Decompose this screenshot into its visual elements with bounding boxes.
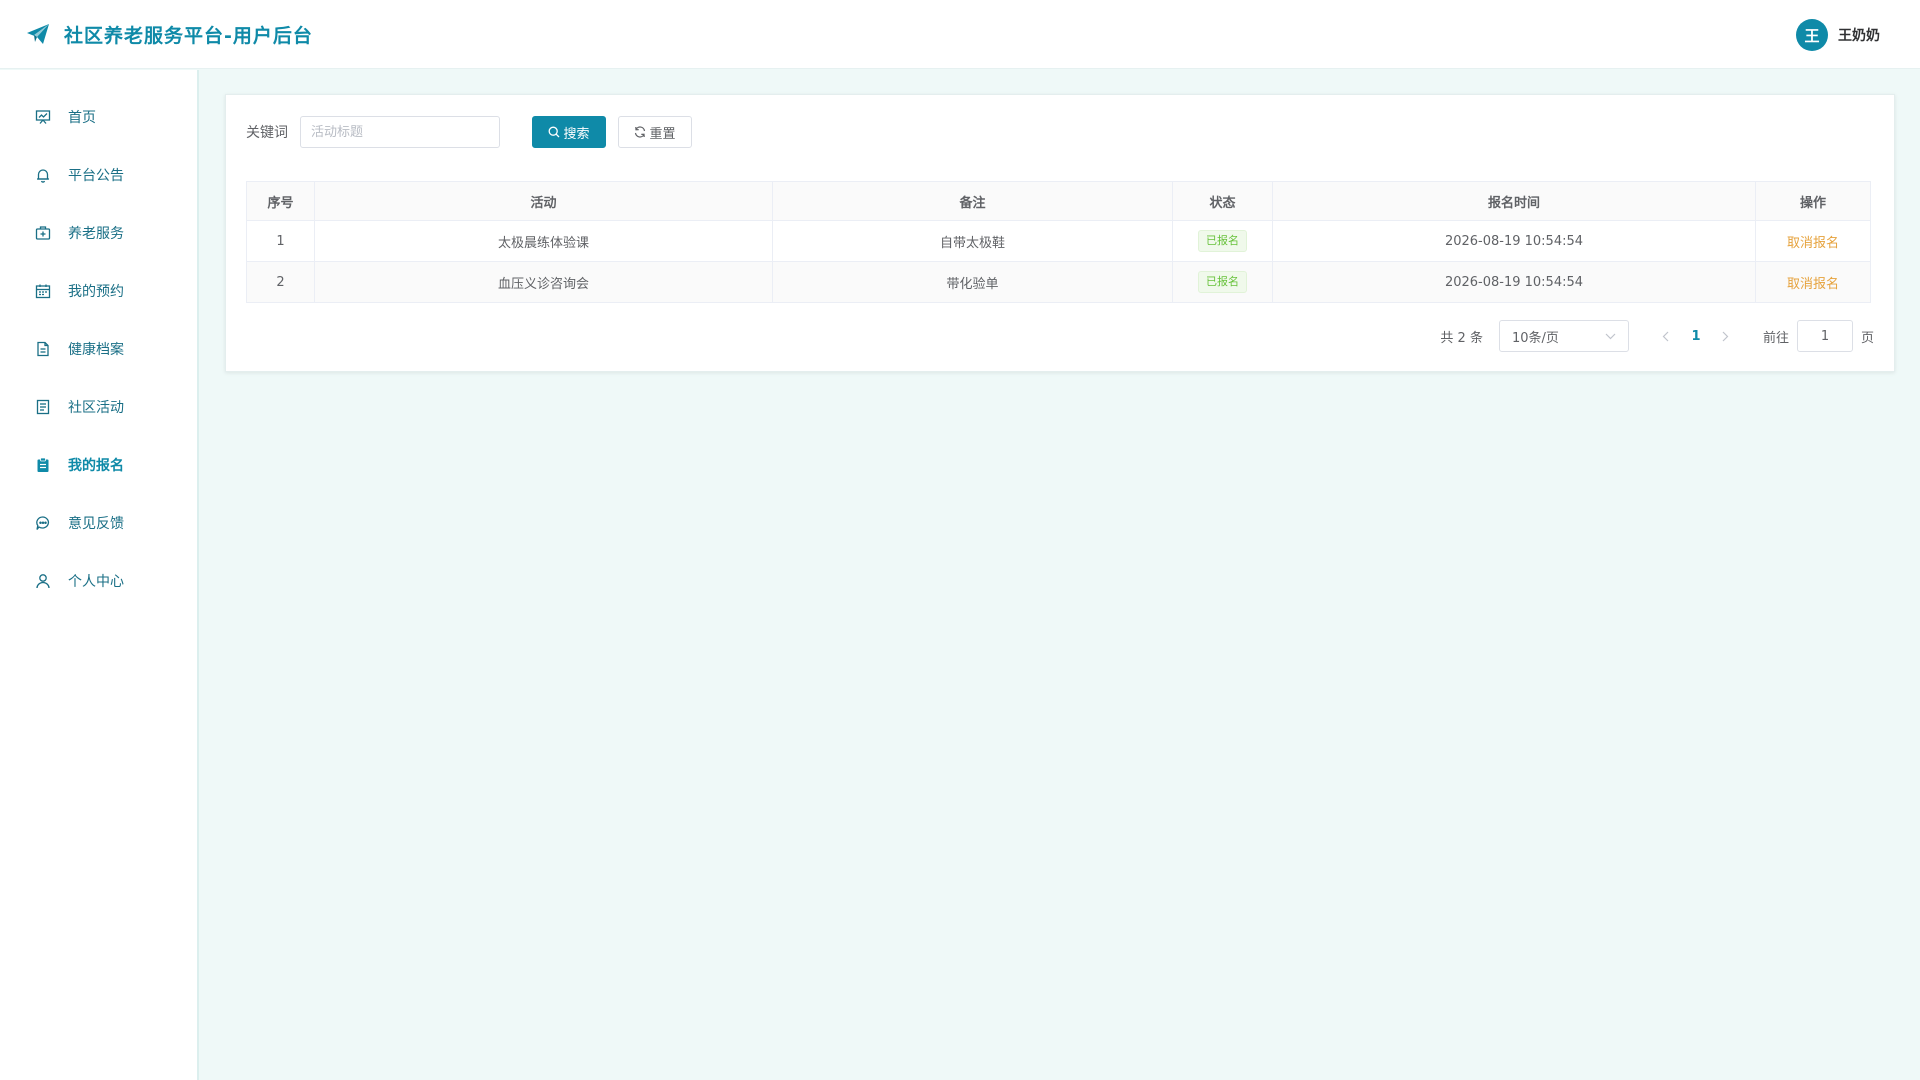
status-badge: 已报名 <box>1198 230 1247 252</box>
sidebar-item-label: 意见反馈 <box>68 516 124 532</box>
refresh-icon <box>634 126 646 138</box>
sidebar-item-label: 我的预约 <box>68 284 124 300</box>
keyword-label: 关键词 <box>246 125 288 141</box>
search-icon <box>548 126 560 138</box>
column-header-remark: 备注 <box>772 181 1173 221</box>
column-header-time: 报名时间 <box>1272 181 1756 221</box>
cell-index: 1 <box>246 220 315 262</box>
table-row: 1 太极晨练体验课 自带太极鞋 已报名 2026-08-19 10:54:54 … <box>246 220 1871 262</box>
brand: 社区养老服务平台-用户后台 <box>26 21 313 48</box>
top-header: 社区养老服务平台-用户后台 王 王奶奶 <box>0 0 1920 69</box>
column-header-status: 状态 <box>1172 181 1273 221</box>
pagination-total: 共 2 条 <box>1440 330 1483 346</box>
search-bar: 关键词 搜索 重置 <box>246 116 692 148</box>
user-name[interactable]: 王奶奶 <box>1838 25 1880 45</box>
sidebar-item-label: 平台公告 <box>68 168 124 184</box>
table-header-row: 序号 活动 备注 状态 报名时间 操作 <box>246 181 1871 221</box>
user-menu[interactable]: 王 王奶奶 <box>1796 19 1880 51</box>
sidebar-item-label: 健康档案 <box>68 342 124 358</box>
sidebar-item-label: 我的报名 <box>68 458 124 474</box>
cell-index: 2 <box>246 261 315 303</box>
search-button[interactable]: 搜索 <box>532 116 606 148</box>
sidebar: 首页 平台公告 养老服务 我的预约 健康档案 社区活动 我的报名 意见反馈 个人… <box>0 70 199 1080</box>
cancel-registration-link[interactable]: 取消报名 <box>1787 277 1839 292</box>
sidebar-item-profile[interactable]: 个人中心 <box>0 552 197 610</box>
pagination: 共 2 条 10条/页 1 前往 页 <box>1440 320 1874 352</box>
column-header-activity: 活动 <box>314 181 773 221</box>
sidebar-menu: 首页 平台公告 养老服务 我的预约 健康档案 社区活动 我的报名 意见反馈 个人… <box>0 70 197 610</box>
sidebar-item-label: 个人中心 <box>68 574 124 590</box>
sidebar-item-my-appointments[interactable]: 我的预约 <box>0 262 197 320</box>
status-badge: 已报名 <box>1198 271 1247 293</box>
cell-activity: 血压义诊咨询会 <box>314 261 773 303</box>
sidebar-item-home[interactable]: 首页 <box>0 88 197 146</box>
cell-status: 已报名 <box>1172 261 1273 303</box>
cell-remark: 自带太极鞋 <box>772 220 1173 262</box>
sidebar-item-label: 养老服务 <box>68 226 124 242</box>
dashboard-icon <box>34 108 52 126</box>
cancel-registration-link[interactable]: 取消报名 <box>1787 236 1839 251</box>
sidebar-item-my-registrations[interactable]: 我的报名 <box>0 436 197 494</box>
column-header-action: 操作 <box>1755 181 1871 221</box>
sidebar-item-feedback[interactable]: 意见反馈 <box>0 494 197 552</box>
next-page-button[interactable] <box>1711 322 1741 350</box>
chat-icon <box>34 514 52 532</box>
avatar[interactable]: 王 <box>1796 19 1828 51</box>
table-row: 2 血压义诊咨询会 带化验单 已报名 2026-08-19 10:54:54 取… <box>246 261 1871 303</box>
goto-label: 前往 <box>1762 330 1789 346</box>
chevron-down-icon <box>1605 329 1616 344</box>
cell-action: 取消报名 <box>1755 261 1871 303</box>
paper-plane-icon <box>26 22 50 46</box>
cell-time: 2026-08-19 10:54:54 <box>1272 220 1756 262</box>
sidebar-item-label: 社区活动 <box>68 400 124 416</box>
clipboard-icon <box>34 456 52 474</box>
document-icon <box>34 340 52 358</box>
registrations-card: 关键词 搜索 重置 序号 活动 备注 状态 报名时间 操作 <box>225 94 1895 372</box>
app-title: 社区养老服务平台-用户后台 <box>64 24 313 47</box>
registrations-table: 序号 活动 备注 状态 报名时间 操作 1 太极晨练体验课 自带太极鞋 已报名 … <box>246 181 1871 303</box>
page-suffix-label: 页 <box>1860 330 1874 346</box>
cell-action: 取消报名 <box>1755 220 1871 262</box>
chevron-right-icon <box>1723 331 1729 341</box>
sidebar-item-health-records[interactable]: 健康档案 <box>0 320 197 378</box>
page-size-select[interactable]: 10条/页 <box>1498 320 1629 352</box>
prev-page-button[interactable] <box>1651 322 1681 350</box>
keyword-input[interactable] <box>300 116 500 148</box>
user-icon <box>34 572 52 590</box>
column-header-index: 序号 <box>246 181 315 221</box>
bell-icon <box>34 166 52 184</box>
cell-activity: 太极晨练体验课 <box>314 220 773 262</box>
cell-remark: 带化验单 <box>772 261 1173 303</box>
medical-kit-icon <box>34 224 52 242</box>
page-number-current[interactable]: 1 <box>1681 329 1711 344</box>
sidebar-item-community-activities[interactable]: 社区活动 <box>0 378 197 436</box>
sidebar-item-label: 首页 <box>68 110 96 126</box>
page-size-value: 10条/页 <box>1511 330 1559 346</box>
sidebar-item-announcements[interactable]: 平台公告 <box>0 146 197 204</box>
search-button-label: 搜索 <box>563 126 590 142</box>
reset-button-label: 重置 <box>649 126 676 142</box>
reset-button[interactable]: 重置 <box>618 116 692 148</box>
notes-icon <box>34 398 52 416</box>
cell-time: 2026-08-19 10:54:54 <box>1272 261 1756 303</box>
cell-status: 已报名 <box>1172 220 1273 262</box>
chevron-left-icon <box>1663 331 1669 341</box>
calendar-icon <box>34 282 52 300</box>
sidebar-item-elderly-services[interactable]: 养老服务 <box>0 204 197 262</box>
goto-page-input[interactable] <box>1796 320 1853 352</box>
